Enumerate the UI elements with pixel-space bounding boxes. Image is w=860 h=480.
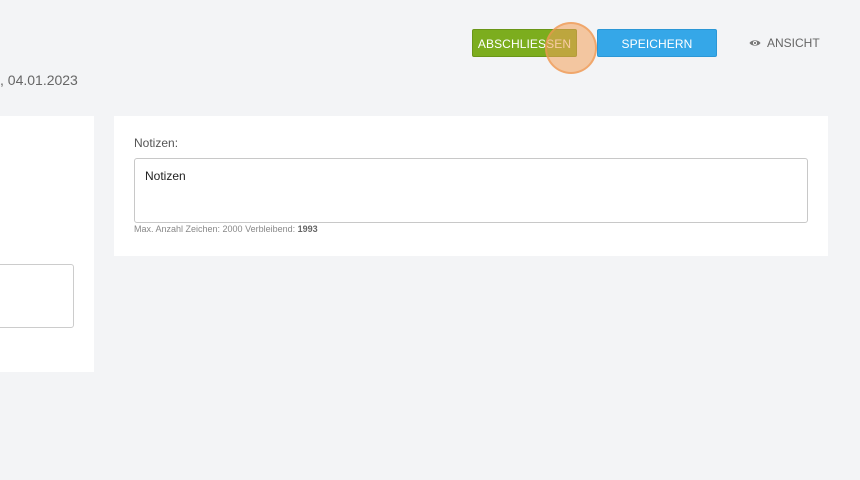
notes-label: Notizen: <box>134 136 179 150</box>
char-remaining: 1993 <box>297 224 318 234</box>
eye-icon <box>749 30 761 46</box>
notes-textarea[interactable]: Notizen <box>134 158 808 223</box>
date-text: , 04.01.2023 <box>0 72 78 88</box>
char-counter-text: Max. Anzahl Zeichen: 2000 Verbleibend: <box>134 224 296 234</box>
char-counter: Max. Anzahl Zeichen: 2000 Verbleibend: 1… <box>134 224 318 234</box>
left-input-field[interactable] <box>0 264 74 328</box>
save-button[interactable]: SPEICHERN <box>597 29 717 57</box>
notes-card: Notizen: Notizen Max. Anzahl Zeichen: 20… <box>114 116 828 256</box>
view-label: ANSICHT <box>767 36 820 50</box>
view-button[interactable]: ANSICHT <box>749 29 820 57</box>
page: ABSCHLIESSEN SPEICHERN ANSICHT , 04.01.2… <box>0 0 860 480</box>
left-card <box>0 116 94 372</box>
complete-button[interactable]: ABSCHLIESSEN <box>472 29 577 57</box>
